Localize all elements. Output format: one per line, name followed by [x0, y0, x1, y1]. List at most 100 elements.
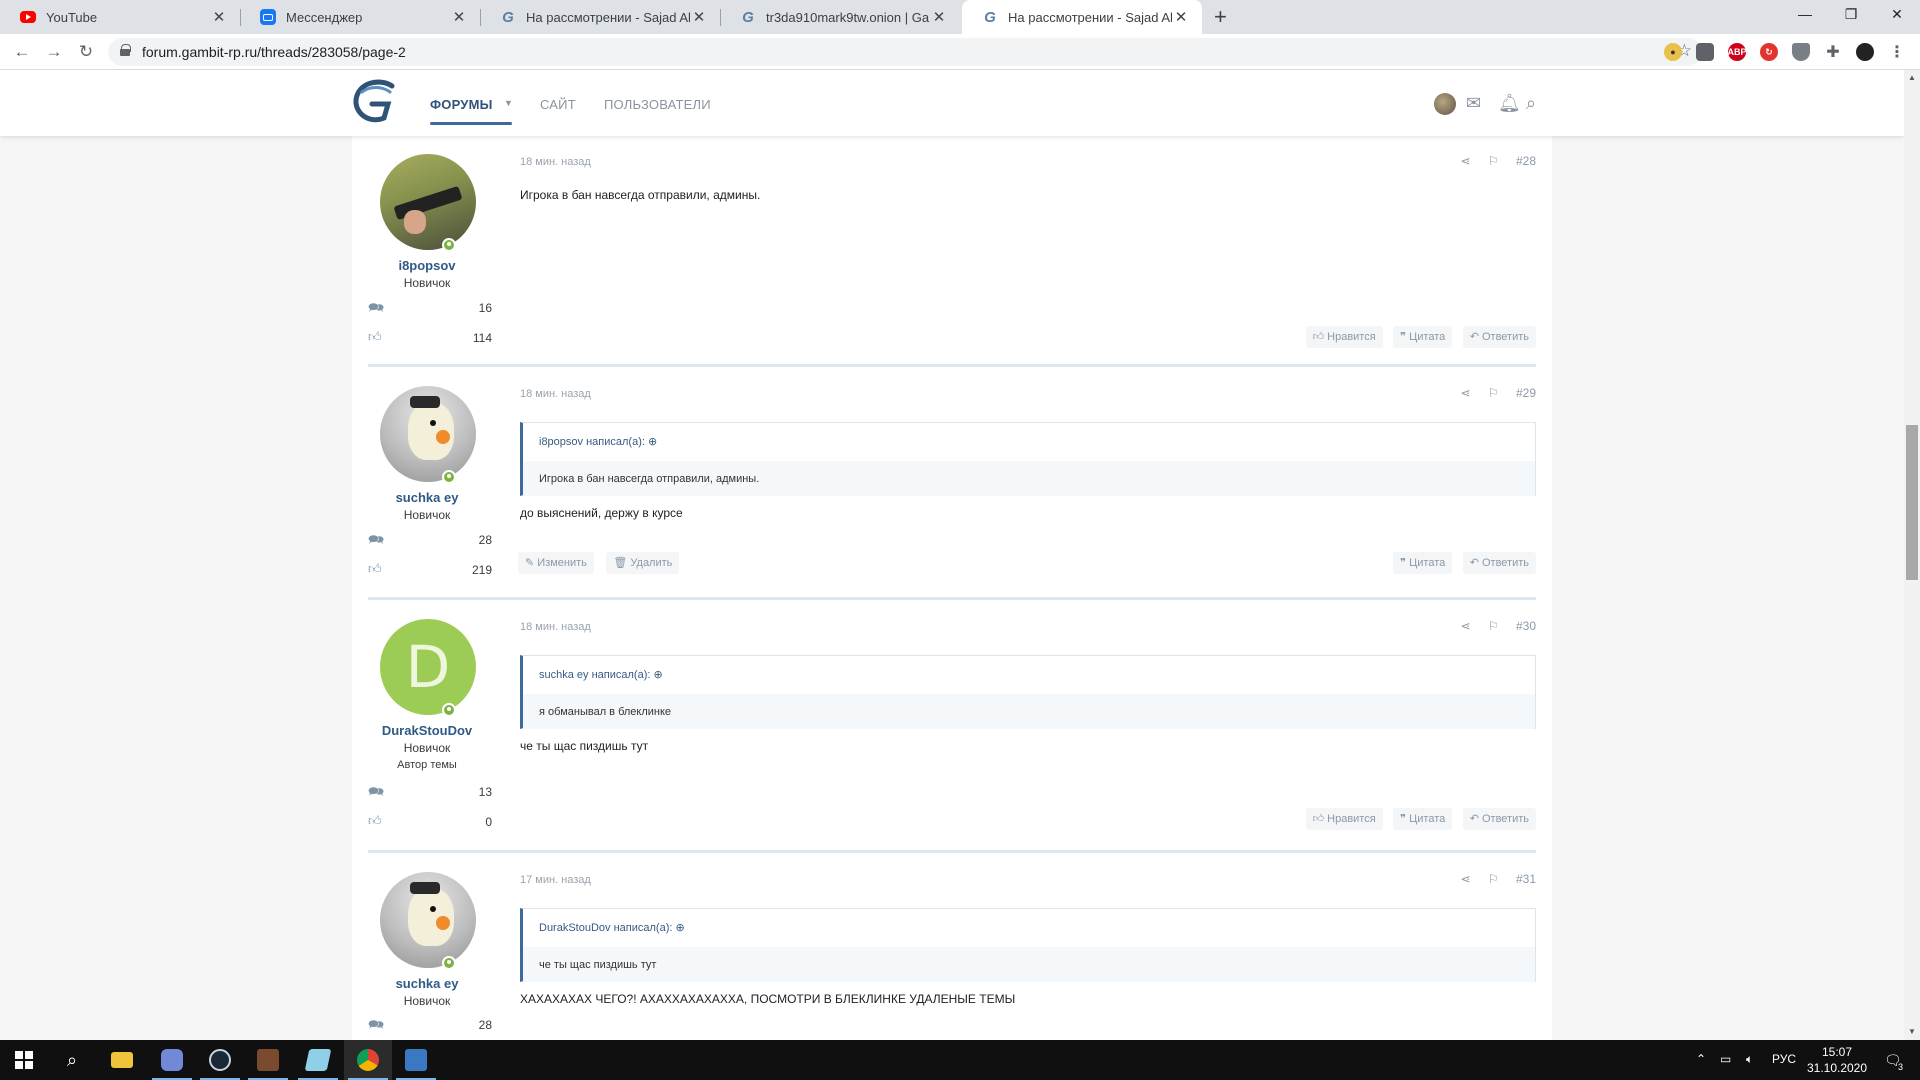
expand-arrow-icon[interactable]: ⊕: [648, 436, 657, 448]
expand-arrow-icon[interactable]: ⊕: [675, 922, 684, 934]
lock-icon[interactable]: [120, 44, 131, 56]
user-avatar[interactable]: [1434, 93, 1456, 115]
calculator-icon[interactable]: [392, 1040, 440, 1080]
coin-extension-icon[interactable]: ●: [1664, 43, 1682, 61]
post-number[interactable]: #31: [1516, 872, 1536, 886]
minimize-icon[interactable]: —: [1782, 0, 1828, 30]
nav-users[interactable]: ПОЛЬЗОВАТЕЛИ: [604, 97, 711, 112]
close-icon[interactable]: ✕: [210, 8, 228, 26]
discord-icon[interactable]: [148, 1040, 196, 1080]
quote-header[interactable]: i8popsov написал(а): ⊕: [539, 435, 657, 448]
scroll-down-arrow-icon[interactable]: ▼: [1904, 1024, 1920, 1040]
red-extension-icon[interactable]: ↻: [1760, 43, 1778, 61]
close-icon[interactable]: ✕: [450, 8, 468, 26]
quote-text: че ты щас пиздишь тут: [523, 947, 1535, 982]
reactions-count: 114: [472, 331, 492, 345]
avatar[interactable]: D: [380, 619, 476, 715]
network-icon[interactable]: ▭: [1720, 1052, 1731, 1066]
nav-site[interactable]: САЙТ: [540, 97, 576, 112]
like-button[interactable]: 👍︎ Нравится: [1305, 326, 1383, 348]
shield-extension-icon[interactable]: [1792, 43, 1810, 61]
reply-button[interactable]: ↶ Ответить: [1462, 552, 1536, 574]
window-close-icon[interactable]: ✕: [1874, 0, 1920, 30]
post-number[interactable]: #29: [1516, 386, 1536, 400]
browser-tab-thread-1[interactable]: G На рассмотрении - Sajad Ali \\ k ✕: [480, 0, 720, 34]
search-icon[interactable]: ⌕: [48, 1040, 96, 1080]
chevron-down-icon[interactable]: ▼: [504, 98, 513, 108]
post-time[interactable]: 18 мин. назад: [520, 388, 591, 400]
post-tools: ⋖ ⚐ #30: [1446, 619, 1536, 633]
browser-tab-messenger[interactable]: Мессенджер ✕: [240, 0, 480, 34]
like-button[interactable]: 👍︎ Нравится: [1305, 808, 1383, 830]
lock-extension-icon[interactable]: [1696, 43, 1714, 61]
notepad-icon[interactable]: [294, 1040, 342, 1080]
reload-icon[interactable]: ↻: [74, 40, 98, 64]
bookmark-icon[interactable]: ⚐: [1488, 872, 1499, 886]
quote-button[interactable]: ❞ Цитата: [1393, 808, 1453, 830]
close-icon[interactable]: ✕: [690, 8, 708, 26]
new-tab-plus-icon[interactable]: +: [1214, 4, 1227, 30]
post-number[interactable]: #30: [1516, 619, 1536, 633]
gambit-logo-icon[interactable]: [350, 78, 400, 126]
reply-button[interactable]: ↶ Ответить: [1462, 808, 1536, 830]
file-explorer-icon[interactable]: [98, 1040, 146, 1080]
restore-icon[interactable]: ❐: [1828, 0, 1874, 30]
bookmark-icon[interactable]: ⚐: [1488, 386, 1499, 400]
menu-dots-icon[interactable]: ⋮: [1888, 43, 1906, 61]
browser-tab-onion[interactable]: G tr3da910mark9tw.onion | Gambit ✕: [720, 0, 960, 34]
mail-icon[interactable]: ✉: [1466, 93, 1481, 114]
post-time[interactable]: 17 мин. назад: [520, 874, 591, 886]
close-icon[interactable]: ✕: [1172, 8, 1190, 26]
quote-button[interactable]: ❞ Цитата: [1393, 326, 1453, 348]
search-icon[interactable]: ⌕: [1526, 93, 1536, 114]
username[interactable]: DurakStouDov: [352, 723, 502, 738]
post-time[interactable]: 18 мин. назад: [520, 621, 591, 633]
username[interactable]: suchka ey: [352, 490, 502, 505]
puzzle-extensions-icon[interactable]: ✚: [1824, 43, 1842, 61]
volume-icon[interactable]: 🔈︎: [1746, 1052, 1753, 1067]
game-app-icon[interactable]: [244, 1040, 292, 1080]
avatar[interactable]: [380, 872, 476, 968]
language-indicator[interactable]: РУС: [1772, 1052, 1796, 1066]
bookmark-icon[interactable]: ⚐: [1488, 154, 1499, 168]
reply-button[interactable]: ↶ Ответить: [1462, 326, 1536, 348]
messenger-icon: [260, 9, 276, 25]
profile-avatar-icon[interactable]: [1856, 43, 1874, 61]
share-icon[interactable]: ⋖: [1460, 154, 1470, 168]
share-icon[interactable]: ⋖: [1460, 386, 1470, 400]
post-number[interactable]: #28: [1516, 154, 1536, 168]
browser-tab-active[interactable]: G На рассмотрении - Sajad Ali \\ k ✕: [962, 0, 1202, 34]
avatar[interactable]: [380, 386, 476, 482]
back-arrow-icon[interactable]: ←: [10, 40, 34, 64]
post-time[interactable]: 18 мин. назад: [520, 156, 591, 168]
bookmark-icon[interactable]: ⚐: [1488, 619, 1499, 633]
avatar[interactable]: [380, 154, 476, 250]
quote-button[interactable]: ❞ Цитата: [1393, 552, 1453, 574]
nav-forums[interactable]: ФОРУМЫ: [430, 97, 493, 112]
scrollbar-thumb[interactable]: [1906, 425, 1918, 580]
chrome-icon[interactable]: [344, 1040, 392, 1080]
address-bar[interactable]: forum.gambit-rp.ru/threads/283058/page-2…: [108, 38, 1702, 66]
adblock-plus-icon[interactable]: ABP: [1728, 43, 1747, 61]
bell-icon[interactable]: 🔔︎: [1498, 93, 1521, 114]
quote-header[interactable]: DurakStouDov написал(а): ⊕: [539, 921, 685, 934]
steam-icon[interactable]: [196, 1040, 244, 1080]
share-icon[interactable]: ⋖: [1460, 872, 1470, 886]
share-icon[interactable]: ⋖: [1460, 619, 1470, 633]
expand-arrow-icon[interactable]: ⊕: [653, 669, 662, 681]
system-clock[interactable]: 15:07 31.10.2020: [1798, 1044, 1876, 1076]
delete-button[interactable]: 🗑︎ Удалить: [606, 552, 680, 574]
username[interactable]: i8popsov: [352, 258, 502, 273]
close-icon[interactable]: ✕: [930, 8, 948, 26]
quote-header[interactable]: suchka ey написал(а): ⊕: [539, 668, 663, 681]
username[interactable]: suchka ey: [352, 976, 502, 991]
tray-chevron-up-icon[interactable]: ⌃: [1696, 1052, 1706, 1066]
windows-start-icon[interactable]: [0, 1040, 48, 1080]
edit-button[interactable]: ✎ Изменить: [518, 552, 594, 574]
post-28: i8popsov Новичок 🗪︎ 16 👍︎ 114 18 мин. на…: [352, 154, 1552, 366]
scroll-up-arrow-icon[interactable]: ▲: [1904, 70, 1920, 86]
online-status-icon: [442, 470, 456, 484]
gambit-icon: G: [502, 8, 514, 26]
browser-tab-youtube[interactable]: YouTube ✕: [0, 0, 240, 34]
forward-arrow-icon[interactable]: →: [42, 40, 66, 64]
